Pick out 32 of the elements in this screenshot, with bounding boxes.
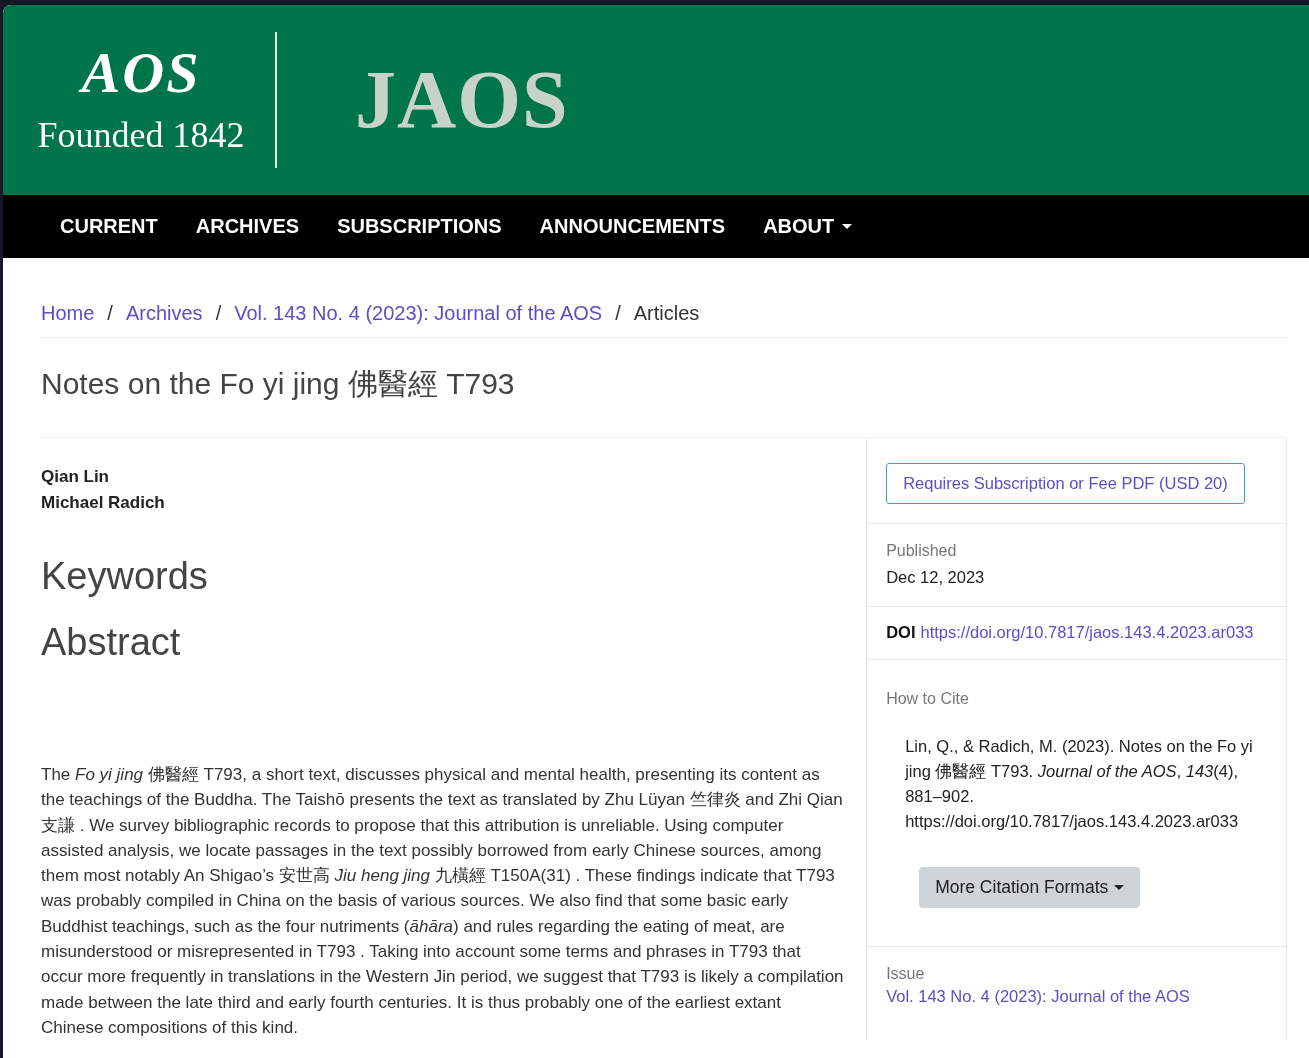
author-name: Qian Lin [41,466,110,488]
nav-link[interactable]: ANNOUNCEMENTS [539,215,726,238]
breadcrumb-link[interactable]: Archives [125,302,203,325]
breadcrumb-link[interactable]: Vol. 143 No. 4 (2023): Journal of the AOS [234,302,603,325]
doi-link[interactable]: https://doi.org/10.7817/jaos.143.4.2023.ar033 [920,623,1254,642]
article-title: Notes on the Fo yi jing 佛醫經 T793 [41,338,1287,438]
nav-link[interactable]: SUBSCRIPTIONS [337,215,502,238]
breadcrumb-link[interactable]: Home [41,302,95,325]
keywords-heading: Keywords [41,554,209,598]
breadcrumb-separator: / [107,302,113,325]
cite-label: How to Cite [886,689,970,709]
caret-icon [842,224,853,229]
issue-label: Issue [886,964,926,984]
journal-logo[interactable]: JAOS [355,53,569,147]
published-date: Dec 12, 2023 [886,567,986,588]
nav-link[interactable]: ARCHIVES [195,215,300,238]
pdf-button[interactable]: Requires Subscription or Fee PDF (USD 20) [886,463,1245,504]
published-label: Published [886,541,958,561]
nav-link[interactable]: ABOUT [763,215,853,238]
founded-text: Founded 1842 [37,114,245,156]
citation-formats-button[interactable]: More Citation Formats [919,867,1141,908]
abstract-text: The Fo yi jing 佛醫經 T793, a short text, discusses physical and mental health, presenting its content as the teachings of the Buddha. The Taishō presents the text as translated by Zhu Lüyan 竺律炎 and Zhi Qian 支謙 . We survey bibliographic records to propose that this attribution is unreliable. Using computer assisted analysis, we locate passages in the text possibly borrowed from early Chinese sources, among them most notably An Shigao’s 安世高 Jiu heng jing 九橫經 T150A(31) . These findings indicate that T793 was probably compiled in China on the basis of various sources. We also find that some basic early Buddhist teachings, such as the four nutriments (āhāra) and rules regarding the eating of meat, are misunderstood or misrepresented in T793 . Taking into account some terms and phrases in T793 that occur more frequently in translations in the Western Jin period, we suggest that T793 is likely a compilation made between the late third and early fourth centuries. It is thus probably one of the earliest extant Chinese compositions of this kind. [41,764,845,1039]
issue-link[interactable]: Vol. 143 No. 4 (2023): Journal of the AOS [886,987,1190,1005]
nav-link[interactable]: CURRENT [60,215,158,238]
abstract-heading: Abstract [41,620,182,664]
breadcrumb-current: Articles [633,302,700,325]
citation-text: Lin, Q., & Radich, M. (2023). Notes on the Fo yi jing 佛醫經 T793. Journal of the AOS, 143(4), 881–902. https://doi.org/10.7817/jaos.143.4.2023.ar033 [905,736,1254,832]
doi-label: DOI [886,623,916,642]
caret-icon [1114,885,1125,890]
author-name: Michael Radich [41,492,166,514]
breadcrumb-separator: / [215,302,222,325]
breadcrumb-separator: / [615,302,621,325]
